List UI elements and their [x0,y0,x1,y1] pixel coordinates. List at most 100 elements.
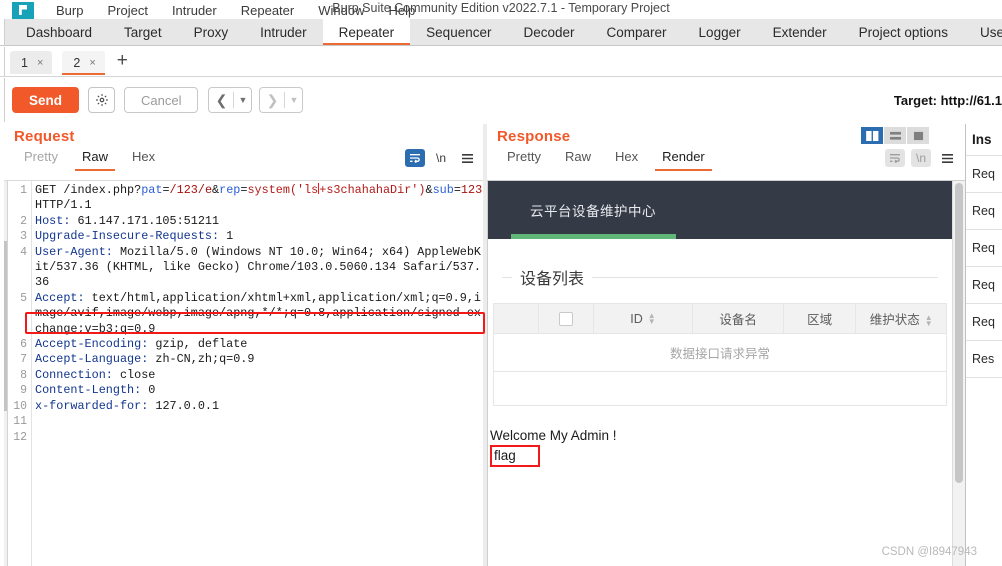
rendered-page: 云平台设备维护中心 设备列表 ID ▲ ▼ 设备名 区域 维护状态 ▲ ▼ 数据… [488,181,952,566]
word-wrap-icon[interactable] [885,149,905,167]
gear-icon[interactable] [88,87,116,113]
add-tab-icon[interactable]: + [117,47,128,76]
tab-extender[interactable]: Extender [757,19,843,45]
menu-icon[interactable] [457,149,477,167]
tab-proxy[interactable]: Proxy [178,19,245,45]
repeater-tab-1-label: 1 [21,55,28,70]
request-tab-pretty[interactable]: Pretty [12,145,70,171]
request-tab-hex[interactable]: Hex [120,145,167,171]
tab-user-options[interactable]: User options [964,19,1002,45]
send-button[interactable]: Send [12,87,80,113]
inspector-row-6[interactable]: Res [966,340,1002,378]
request-header-connection: Connection: close [35,367,156,382]
menu-burp[interactable]: Burp [44,2,95,19]
split-vertical-icon[interactable] [861,127,883,144]
request-header-accept: Accept: text/html,application/xhtml+xml,… [35,290,482,336]
site-nav-active-indicator [511,234,676,239]
repeater-tab-2[interactable]: 2 × [62,51,106,75]
menu-window[interactable]: Window [306,2,376,19]
request-line-numbers: 1 2 3 4 5 6 7 8 9 10 11 12 [8,181,31,566]
response-panel: Response Pretty Raw Hex Render \n 云平台设备维… [487,124,965,566]
close-icon[interactable]: × [37,57,43,69]
table-empty-message: 数据接口请求异常 [493,333,947,372]
request-editor-scroll-marker[interactable] [4,181,8,566]
repeater-toolbar: Send Cancel ❮ ▼ ❯ ▼ Target: http://61.1 [0,78,1002,122]
response-tab-render[interactable]: Render [650,145,717,171]
tab-project-options[interactable]: Project options [843,19,964,45]
chevron-right-icon[interactable]: ❯ [260,88,284,112]
welcome-text: Welcome My Admin ! [490,428,617,443]
th-id[interactable]: ID ▲ ▼ [592,303,694,334]
th-region: 区域 [782,303,857,334]
inspector-row-2[interactable]: Req [966,192,1002,229]
inspector-row-1[interactable]: Req [966,155,1002,192]
menu-bar: Burp Project Intruder Repeater Window He… [0,0,1002,19]
chevron-down-icon[interactable]: ▼ [234,88,251,112]
request-header-accept-language: Accept-Language: zh-CN,zh;q=0.9 [35,352,255,367]
repeater-tab-1[interactable]: 1 × [10,51,53,74]
split-horizontal-icon[interactable] [884,127,906,144]
device-list-section-header: 设备列表 [488,265,952,289]
menu-project[interactable]: Project [95,2,159,19]
request-header-user-agent: User-Agent: Mozilla/5.0 (Windows NT 10.0… [35,244,481,290]
menu-intruder[interactable]: Intruder [160,2,229,19]
sort-icon[interactable]: ▲ ▼ [648,312,656,326]
request-header-x-forwarded-for: x-forwarded-for: 127.0.0.1 [35,398,220,413]
cancel-button[interactable]: Cancel [124,87,199,113]
request-view-tabs: Pretty Raw Hex \n [4,145,485,171]
table-row [493,371,947,406]
request-editor[interactable]: 1 2 3 4 5 6 7 8 9 10 11 12 GET /index.ph… [4,180,485,566]
divider-left [502,276,512,278]
response-render-view[interactable]: 云平台设备维护中心 设备列表 ID ▲ ▼ 设备名 区域 维护状态 ▲ ▼ 数据… [487,180,965,566]
response-tab-pretty[interactable]: Pretty [495,145,553,171]
chevron-down-icon[interactable]: ▼ [285,88,302,112]
request-raw-text[interactable]: GET /index.php?pat=/123/e&rep=system('ls… [31,181,485,566]
th-select-all[interactable] [538,303,594,334]
divider-right [592,276,938,278]
layout-toggle-group [861,127,929,144]
tab-sequencer[interactable]: Sequencer [410,19,507,45]
menu-repeater[interactable]: Repeater [229,2,306,19]
tab-comparer[interactable]: Comparer [591,19,683,45]
watermark: CSDN @I8947943 [881,546,977,558]
word-wrap-icon[interactable] [405,149,425,167]
render-scrollbar[interactable] [952,181,965,566]
inspector-row-5[interactable]: Req [966,303,1002,340]
show-newlines-icon[interactable]: \n [911,149,931,167]
device-list-title: 设备列表 [520,271,585,288]
tab-intruder[interactable]: Intruder [244,19,323,45]
select-all-checkbox[interactable] [558,311,573,326]
menu-icon[interactable] [937,149,957,167]
table-blank-row [493,371,947,406]
tab-target[interactable]: Target [108,19,178,45]
device-table: ID ▲ ▼ 设备名 区域 维护状态 ▲ ▼ 数据接口请求异常 [492,303,947,406]
chevron-left-icon[interactable]: ❮ [209,88,233,112]
th-id-label: ID [630,311,643,326]
site-brand-title: 云平台设备维护中心 [530,204,656,219]
tab-dashboard[interactable]: Dashboard [10,19,108,45]
site-navbar: 云平台设备维护中心 [488,181,952,239]
request-panel-title: Request [14,128,75,145]
th-maintenance-status[interactable]: 维护状态 ▲ ▼ [855,303,947,334]
request-tab-raw[interactable]: Raw [70,145,120,171]
inspector-row-3[interactable]: Req [966,229,1002,266]
tab-decoder[interactable]: Decoder [507,19,590,45]
menu-help[interactable]: Help [376,2,427,19]
close-icon[interactable]: × [89,57,95,69]
forward-button-group[interactable]: ❯ ▼ [259,87,304,113]
show-newlines-icon[interactable]: \n [431,149,451,167]
response-tab-hex[interactable]: Hex [603,145,650,171]
back-button-group[interactable]: ❮ ▼ [208,87,253,113]
scrollbar-thumb[interactable] [955,183,963,483]
response-tab-raw[interactable]: Raw [553,145,603,171]
single-pane-icon[interactable] [907,127,929,144]
tab-repeater[interactable]: Repeater [322,19,411,45]
sort-icon[interactable]: ▲ ▼ [925,313,933,327]
th-status-label: 维护状态 [869,313,920,327]
inspector-row-4[interactable]: Req [966,266,1002,303]
burp-suite-window: Burp Project Intruder Repeater Window He… [0,0,1002,566]
request-header-content-length: Content-Length: 0 [35,383,156,398]
response-editor-icons: \n [885,149,965,167]
tab-logger[interactable]: Logger [683,19,757,45]
pane-splitter[interactable] [483,124,487,566]
